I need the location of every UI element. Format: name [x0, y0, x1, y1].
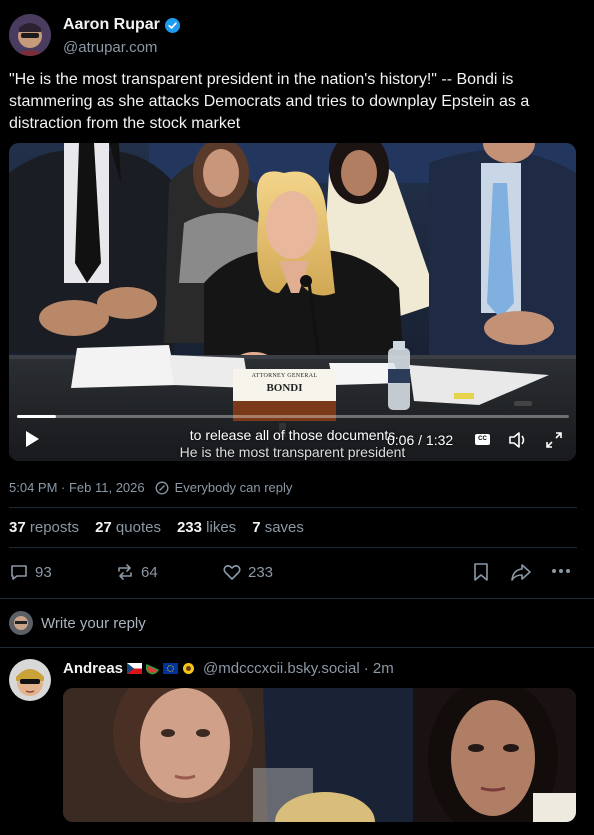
- repost-count: 64: [141, 563, 158, 581]
- sunflower-icon: [182, 662, 195, 675]
- closed-captions-button[interactable]: CC: [475, 434, 490, 445]
- reply-count: 93: [35, 563, 52, 581]
- reply-setting-label[interactable]: Everybody can reply: [175, 480, 293, 495]
- video-player[interactable]: ATTORNEY GENERAL BONDI to release all of…: [9, 143, 576, 461]
- reply-input[interactable]: Write your reply: [41, 615, 146, 632]
- reply-author-handle[interactable]: @mdcccxcii.bsky.social: [203, 660, 360, 677]
- reply-time[interactable]: · 2m: [364, 660, 394, 677]
- placard-title: ATTORNEY GENERAL: [251, 373, 318, 379]
- reply-icon: [9, 562, 29, 582]
- post-stats: 37 reposts 27 quotes 233 likes 7 saves: [9, 519, 304, 536]
- reply-author-avatar[interactable]: [9, 659, 51, 701]
- saves-stat[interactable]: 7 saves: [252, 519, 304, 536]
- fullscreen-icon[interactable]: [545, 431, 563, 449]
- reply-setting-icon: [155, 481, 169, 495]
- divider: [9, 547, 577, 548]
- czech-flag-icon: [127, 663, 143, 674]
- volume-icon[interactable]: [508, 431, 528, 449]
- eu-flag-icon: [163, 663, 179, 674]
- video-progress-fill: [17, 415, 56, 418]
- video-time: 0:06 / 1:32: [387, 432, 454, 448]
- divider: [0, 647, 594, 648]
- video-frame: [9, 143, 576, 461]
- author-avatar[interactable]: [9, 14, 51, 56]
- closed-captions-label: CC: [478, 436, 487, 442]
- verified-badge-icon: [164, 17, 180, 33]
- video-progress-bar[interactable]: [17, 415, 569, 418]
- placard-name: BONDI: [266, 382, 303, 394]
- reposts-stat[interactable]: 37 reposts: [9, 519, 79, 536]
- author-name[interactable]: Aaron Rupar: [63, 16, 160, 34]
- quotes-stat[interactable]: 27 quotes: [95, 519, 161, 536]
- author-avatar-image: [9, 14, 51, 56]
- reply-media-image: [63, 688, 576, 822]
- reply-media[interactable]: [63, 688, 576, 822]
- repost-icon: [115, 562, 135, 582]
- post-timestamp[interactable]: 5:04 PM · Feb 11, 2026: [9, 480, 145, 495]
- likes-stat[interactable]: 233 likes: [177, 519, 236, 536]
- divider: [0, 598, 594, 599]
- repost-button[interactable]: 64: [115, 562, 158, 582]
- author-handle[interactable]: @atrupar.com: [63, 39, 157, 56]
- reply-button[interactable]: 93: [9, 562, 52, 582]
- post-text: "He is the most transparent president in…: [9, 71, 530, 132]
- share-icon[interactable]: [510, 562, 532, 582]
- video-caption-line-1: to release all of those documents: [189, 427, 396, 443]
- watermelon-icon: [146, 662, 160, 675]
- heart-icon: [222, 562, 242, 582]
- like-button[interactable]: 233: [222, 562, 273, 582]
- current-user-avatar: [9, 611, 33, 635]
- more-options-icon[interactable]: [551, 568, 571, 574]
- play-icon[interactable]: [23, 430, 41, 448]
- like-count: 233: [248, 563, 274, 581]
- bookmark-icon[interactable]: [472, 562, 490, 582]
- video-caption-line-2: He is the most transparent president: [179, 444, 406, 460]
- divider: [9, 507, 577, 508]
- reply-author-name[interactable]: Andreas: [63, 660, 123, 677]
